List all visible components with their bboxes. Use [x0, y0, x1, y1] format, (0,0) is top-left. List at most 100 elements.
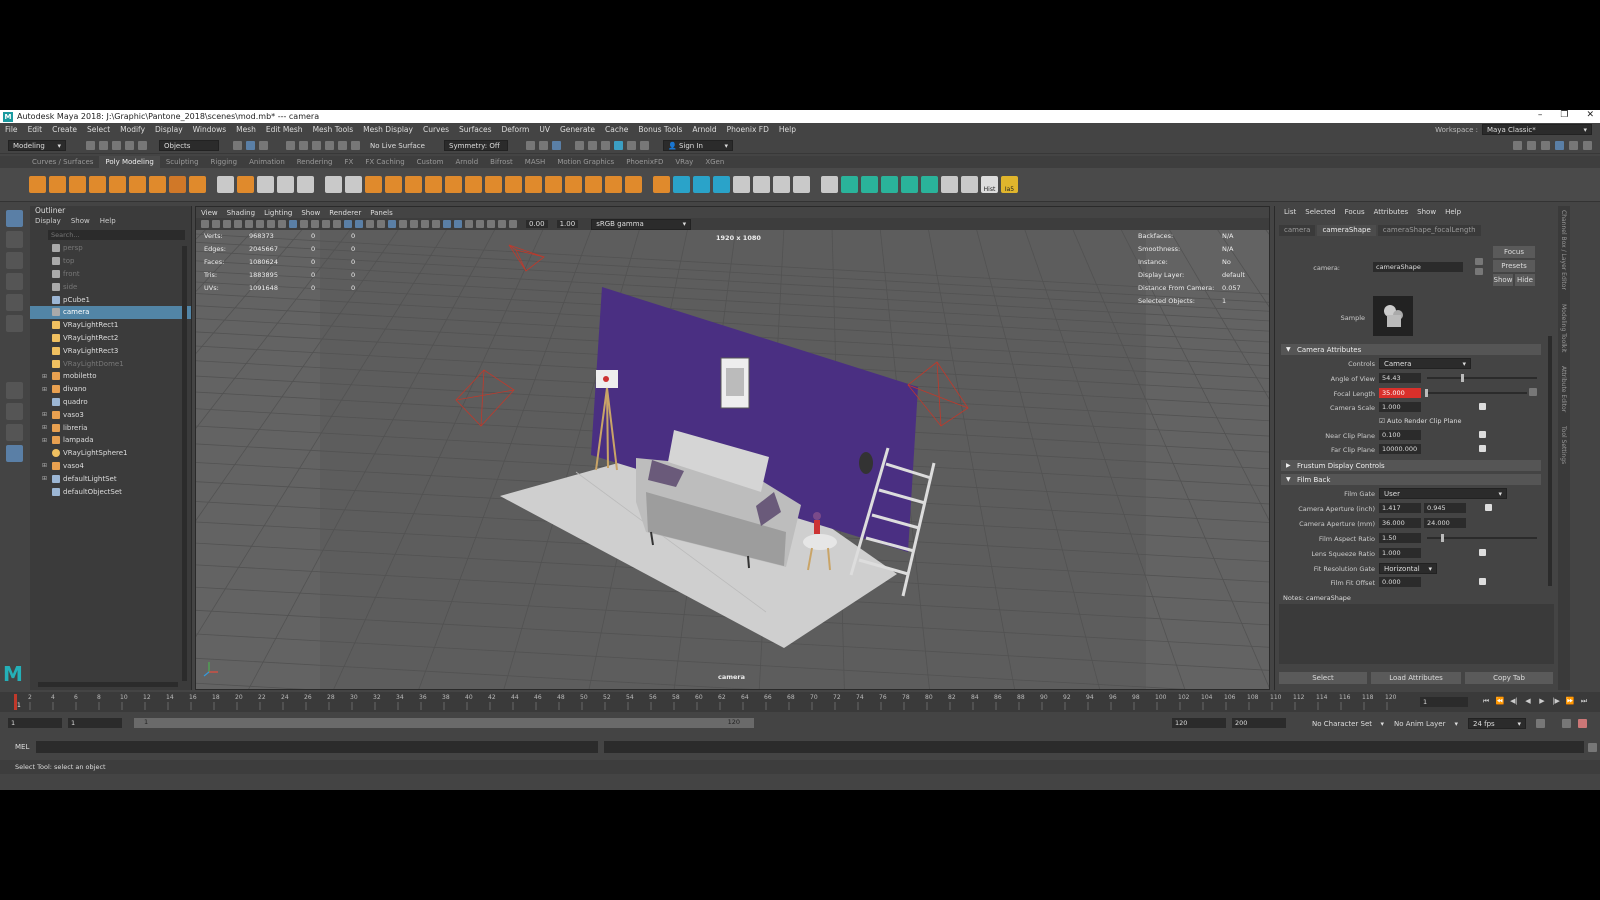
shelf-sculpt-icon[interactable] — [325, 176, 342, 193]
show-button[interactable]: Show — [1493, 274, 1513, 286]
shelf-hist-icon[interactable]: Hist — [981, 176, 998, 193]
viewport-depth-of-field-icon[interactable] — [443, 220, 451, 228]
select-object-icon[interactable] — [246, 141, 255, 150]
outliner-item[interactable]: defaultObjectSet — [30, 485, 191, 498]
menu-item[interactable]: Mesh Tools — [308, 125, 359, 134]
viewport-menu-item[interactable]: Lighting — [264, 209, 292, 217]
menu-item[interactable]: Bonus Tools — [633, 125, 687, 134]
color-space-dropdown[interactable]: sRGB gamma ▾ — [591, 218, 692, 230]
auto-render-clip-checkbox[interactable]: ☑ Auto Render Clip Plane — [1379, 417, 1461, 425]
go-to-end-icon[interactable]: ⏭ — [1580, 697, 1588, 705]
shelf-average-icon[interactable] — [465, 176, 482, 193]
loop-icon[interactable] — [1536, 719, 1545, 728]
time-slider[interactable]: 2 4 6 8 10 12 14 16 18 20 22 24 26 28 30 32 34 36 38 40 42 44… — [0, 692, 1600, 712]
viewport-safe-title-icon[interactable] — [333, 220, 341, 228]
toggle-toolbox-icon[interactable] — [1527, 141, 1536, 150]
viewport-ambient-occlusion-icon[interactable] — [410, 220, 418, 228]
select-tool-icon[interactable] — [5, 210, 23, 227]
snap-view-icon[interactable] — [325, 141, 334, 150]
outliner-item[interactable]: VRayLightRect1 — [30, 319, 191, 332]
hypershade-icon[interactable] — [588, 141, 597, 150]
shelf-sew-uv-icon[interactable] — [773, 176, 790, 193]
rotate-tool-icon[interactable] — [5, 294, 23, 311]
settings-icon[interactable] — [1583, 141, 1592, 150]
viewport-menu-item[interactable]: Renderer — [329, 209, 361, 217]
shelf-svg-icon[interactable] — [297, 176, 314, 193]
shelf-ia5-icon[interactable]: Ia5 — [1001, 176, 1018, 193]
viewport-camera-lock-icon[interactable] — [212, 220, 220, 228]
render-settings-icon[interactable] — [575, 141, 584, 150]
far-clip-map-icon[interactable] — [1479, 445, 1486, 452]
menu-item[interactable]: Help — [774, 125, 801, 134]
step-forward-frame-icon[interactable]: |▶ — [1552, 697, 1560, 705]
shelf-plane-icon[interactable] — [129, 176, 146, 193]
viewport-xray-components-icon[interactable] — [487, 220, 495, 228]
copy-tab-button[interactable]: Copy Tab — [1465, 672, 1553, 684]
shelf-smooth-icon[interactable] — [445, 176, 462, 193]
shelf-tab[interactable]: Animation — [243, 156, 291, 168]
viewport-gate-mask-icon[interactable] — [300, 220, 308, 228]
menu-item[interactable]: Deform — [496, 125, 534, 134]
outliner-search-input[interactable]: Search... — [48, 230, 185, 240]
shelf-crease-icon[interactable] — [841, 176, 858, 193]
expand-icon[interactable]: ⊞ — [42, 437, 47, 444]
angle-of-view-slider[interactable] — [1427, 377, 1537, 379]
shelf-text-icon[interactable] — [277, 176, 294, 193]
shelf-platonic-icon[interactable] — [169, 176, 186, 193]
outliner-horizontal-scrollbar[interactable] — [38, 682, 178, 687]
select-button[interactable]: Select — [1279, 672, 1367, 684]
near-clip-field[interactable]: 0.100 — [1379, 430, 1421, 440]
go-to-start-icon[interactable]: ⏮ — [1482, 697, 1490, 705]
outliner-layout-icon[interactable] — [5, 445, 23, 462]
layout-icon[interactable] — [1513, 141, 1522, 150]
render-view-icon[interactable] — [601, 141, 610, 150]
frustum-display-section[interactable]: ▶ Frustum Display Controls — [1281, 460, 1541, 471]
outliner-item[interactable]: top — [30, 255, 191, 268]
pause-icon[interactable] — [640, 141, 649, 150]
auto-key-icon[interactable] — [1562, 719, 1571, 728]
far-clip-field[interactable]: 10000.000 — [1379, 444, 1421, 454]
maximize-button[interactable]: ❐ — [1560, 110, 1568, 120]
controls-dropdown[interactable]: Camera ▾ — [1379, 358, 1471, 369]
shelf-insert-loop-icon[interactable] — [901, 176, 918, 193]
paint-select-icon[interactable] — [5, 252, 23, 269]
camera-scale-map-icon[interactable] — [1479, 403, 1486, 410]
viewport-2d-pan-icon[interactable] — [245, 220, 253, 228]
shelf-mirror-icon[interactable] — [673, 176, 690, 193]
shelf-history-icon[interactable] — [941, 176, 958, 193]
menu-item[interactable]: Modify — [115, 125, 150, 134]
menu-item[interactable]: File — [0, 125, 23, 134]
undo-icon[interactable] — [125, 141, 134, 150]
aperture-mm-x-field[interactable]: 36.000 — [1379, 518, 1421, 528]
menu-item[interactable]: Surfaces — [454, 125, 496, 134]
shelf-tab[interactable]: Rendering — [291, 156, 339, 168]
snap-vertex-icon[interactable] — [351, 141, 360, 150]
outliner-item[interactable]: VRayLightSphere1 — [30, 447, 191, 460]
shelf-tab[interactable]: Bifrost — [484, 156, 519, 168]
angle-of-view-slider-handle[interactable] — [1461, 374, 1464, 382]
viewport-menu-item[interactable]: View — [201, 209, 218, 217]
aperture-inch-x-field[interactable]: 1.417 — [1379, 503, 1421, 513]
attribute-editor-menu-item[interactable]: Focus — [1345, 208, 1365, 216]
play-backward-icon[interactable]: ◀ — [1524, 697, 1532, 705]
notes-textarea[interactable] — [1279, 604, 1554, 664]
shelf-tab[interactable]: Motion Graphics — [551, 156, 620, 168]
shelf-tab[interactable]: FX Caching — [359, 156, 410, 168]
snap-curve-icon[interactable] — [299, 141, 308, 150]
menu-item[interactable]: Cache — [600, 125, 633, 134]
character-set-dropdown[interactable]: No Character Set ▾ — [1308, 718, 1388, 729]
expand-icon[interactable]: ⊞ — [42, 424, 47, 431]
snap-point-icon[interactable] — [312, 141, 321, 150]
viewport-use-all-lights-icon[interactable] — [388, 220, 396, 228]
viewport-menu-item[interactable]: Show — [301, 209, 320, 217]
menu-item[interactable]: Edit — [23, 125, 48, 134]
sign-in-dropdown[interactable]: 👤 Sign In ▾ — [663, 140, 733, 151]
presets-button[interactable]: Presets — [1493, 260, 1535, 272]
viewport-motion-blur-icon[interactable] — [421, 220, 429, 228]
mel-label[interactable]: MEL — [15, 743, 29, 751]
shelf-tab[interactable]: Curves / Surfaces — [26, 156, 99, 168]
shelf-cone-icon[interactable] — [89, 176, 106, 193]
toggle-attribute-editor-icon[interactable] — [1555, 141, 1564, 150]
attribute-editor-menu-item[interactable]: Show — [1417, 208, 1436, 216]
outliner-item[interactable]: front — [30, 268, 191, 281]
